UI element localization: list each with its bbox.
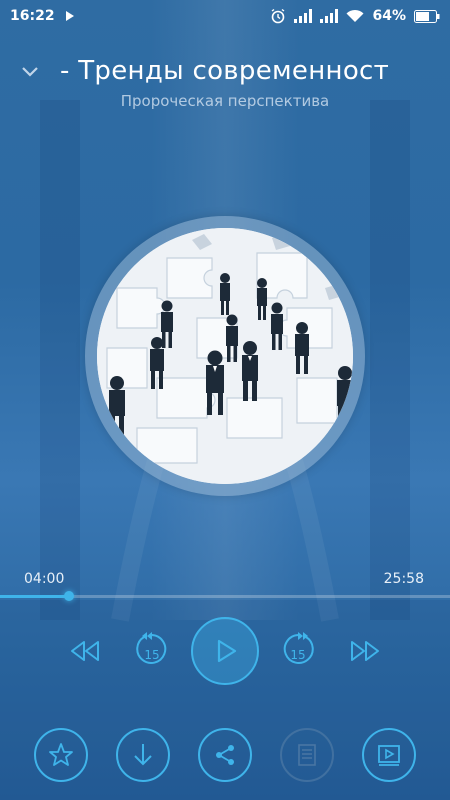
fast-forward-button[interactable] xyxy=(345,635,385,667)
progress-fill xyxy=(0,595,70,598)
skip-forward-15-button[interactable]: 15 xyxy=(278,629,318,673)
total-time: 25:58 xyxy=(383,571,424,587)
wifi-icon xyxy=(346,9,364,22)
rewind-button[interactable] xyxy=(65,635,105,667)
document-icon xyxy=(298,744,316,766)
favorite-button[interactable] xyxy=(34,728,88,782)
share-button[interactable] xyxy=(198,728,252,782)
signal-icon xyxy=(294,9,313,23)
status-bar: 16:22 64% xyxy=(0,0,450,32)
status-time: 16:22 xyxy=(10,8,55,24)
rewind-icon xyxy=(71,641,99,661)
video-button[interactable] xyxy=(362,728,416,782)
skip-forward-label: 15 xyxy=(290,648,306,662)
download-icon xyxy=(134,744,152,766)
skip-back-label: 15 xyxy=(144,648,160,662)
download-button[interactable] xyxy=(116,728,170,782)
alarm-icon xyxy=(272,8,285,24)
signal-icon-2 xyxy=(320,9,339,23)
star-icon xyxy=(49,743,73,766)
play-icon xyxy=(217,639,237,663)
playback-controls: 15 15 xyxy=(0,615,450,687)
battery-percent: 64% xyxy=(372,8,406,24)
album-artwork xyxy=(85,216,365,496)
play-store-icon xyxy=(65,11,74,21)
text-button[interactable] xyxy=(280,728,334,782)
skip-back-15-button[interactable]: 15 xyxy=(132,629,172,673)
now-playing-header: - Тренды современност Пророческая перспе… xyxy=(0,52,450,122)
share-icon xyxy=(216,745,234,765)
battery-icon xyxy=(414,9,440,23)
artwork-image xyxy=(97,228,353,484)
progress-thumb[interactable] xyxy=(64,591,75,601)
video-icon xyxy=(378,745,400,766)
fast-forward-icon xyxy=(351,641,379,661)
chevron-down-icon[interactable] xyxy=(18,62,42,82)
track-title: - Тренды современност xyxy=(60,56,390,86)
track-subtitle: Пророческая перспектива xyxy=(120,92,330,110)
current-time: 04:00 xyxy=(24,571,65,587)
progress-slider[interactable] xyxy=(0,591,450,601)
play-button[interactable] xyxy=(191,617,259,685)
action-bar xyxy=(0,720,450,784)
